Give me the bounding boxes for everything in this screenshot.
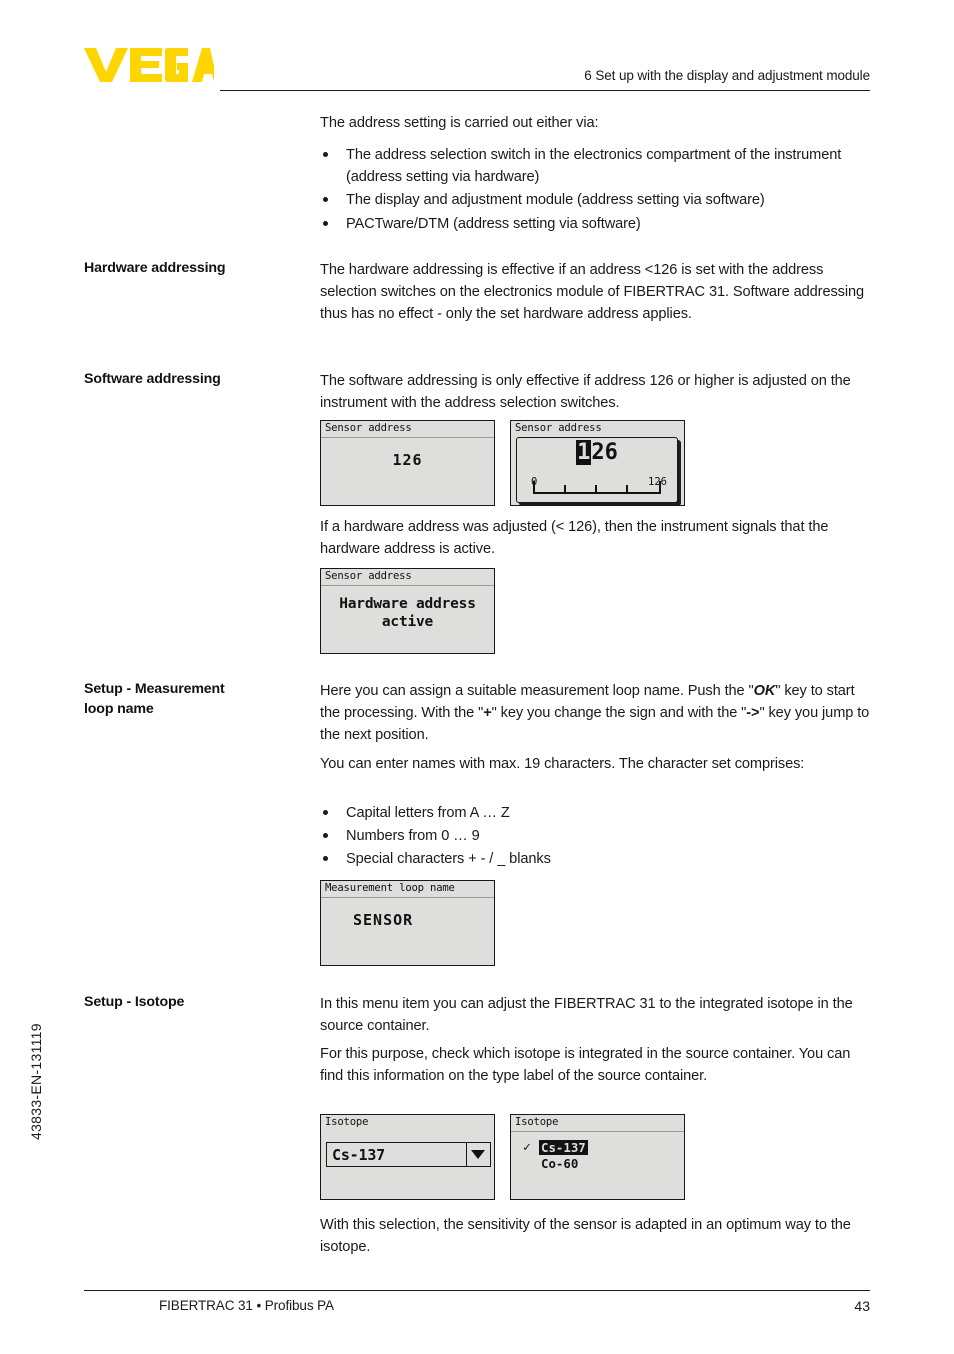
footer-document-name: FIBERTRAC 31 • Profibus PA <box>159 1298 334 1313</box>
scale-tick <box>595 485 597 493</box>
marginal-software-addressing: Software addressing <box>84 371 221 387</box>
scale-tick <box>533 481 535 493</box>
address-value: 126 <box>517 439 677 467</box>
paragraph-hardware-address-signal: If a hardware address was adjusted (< 12… <box>320 519 829 558</box>
paragraph-software-addressing: The software addressing is only effectiv… <box>320 373 851 412</box>
paragraph-isotope-check: For this purpose, check which isotope is… <box>320 1046 851 1085</box>
display-message: Hardware address active <box>321 595 494 631</box>
isotope-option-co60[interactable]: Co-60 <box>523 1156 588 1172</box>
display-sensor-address-edit: Sensor address 126 0 126 <box>510 420 685 506</box>
marginal-line-2: loop name <box>84 700 154 717</box>
intro-bullet-list: The address selection switch in the elec… <box>320 144 880 236</box>
display-title: Isotope <box>325 1116 369 1128</box>
display-hardware-address-active: Sensor address Hardware address active <box>320 568 495 654</box>
scale-tick <box>626 485 628 493</box>
display-value: 126 <box>392 451 423 469</box>
intro-lead-paragraph: The address setting is carried out eithe… <box>320 115 599 131</box>
display-message-line2: active <box>381 614 434 631</box>
paragraph-isotope-intro: In this menu item you can adjust the FIB… <box>320 996 853 1035</box>
list-item: The address selection switch in the elec… <box>320 144 880 188</box>
check-icon: ✓ <box>523 1140 531 1155</box>
isotope-option-cs137[interactable]: ✓ Cs-137 <box>523 1140 588 1156</box>
chevron-down-icon[interactable] <box>466 1143 490 1166</box>
display-title-divider <box>321 897 494 898</box>
display-title: Sensor address <box>325 570 412 582</box>
text-pre: Here you can assign a suitable measureme… <box>320 683 754 699</box>
scale-max-label: 126 <box>648 476 667 488</box>
paragraph-charset-intro: You can enter names with max. 19 charact… <box>320 756 805 772</box>
isotope-option-list[interactable]: ✓ Cs-137 Co-60 <box>523 1140 588 1172</box>
key-plus: + <box>483 705 492 722</box>
footer-divider <box>84 1290 870 1291</box>
selected-digit[interactable]: 1 <box>576 440 592 465</box>
charset-bullet-list: Capital letters from A … Z Numbers from … <box>320 802 880 872</box>
isotope-selected-value: Cs-137 <box>332 1146 385 1164</box>
list-item: Capital letters from A … Z <box>320 802 880 824</box>
scale-tick <box>564 485 566 493</box>
address-edit-popup[interactable]: 126 0 126 <box>516 437 678 503</box>
marginal-setup-isotope: Setup - Isotope <box>84 994 185 1010</box>
display-title: Measurement loop name <box>325 882 455 894</box>
display-title-divider <box>321 585 494 586</box>
display-value: SENSOR <box>353 911 414 929</box>
paragraph-hardware-addressing: The hardware addressing is effective if … <box>320 262 865 323</box>
display-title: Sensor address <box>515 422 602 434</box>
vega-logo <box>84 48 214 82</box>
display-isotope-dropdown-open: Isotope ✓ Cs-137 Co-60 <box>510 1114 685 1200</box>
display-title-divider <box>321 437 494 438</box>
text-mid-2: " key you change the sign and with the " <box>491 705 747 722</box>
paragraph-isotope-sensitivity: With this selection, the sensitivity of … <box>320 1217 851 1256</box>
header-divider <box>220 90 870 91</box>
display-title: Sensor address <box>325 422 412 434</box>
list-item: Special characters + - / _ blanks <box>320 848 880 870</box>
display-message-line1: Hardware address <box>339 596 476 612</box>
marginal-setup-measurement-loop-name: Setup - Measurement loop name <box>84 680 309 719</box>
page-header: 6 Set up with the display and adjustment… <box>0 0 954 100</box>
address-range-scale: 0 126 <box>531 476 667 500</box>
display-measurement-loop-name: Measurement loop name SENSOR <box>320 880 495 966</box>
chapter-title: 6 Set up with the display and adjustment… <box>584 68 870 83</box>
scale-tick <box>659 481 661 493</box>
isotope-option-label: Cs-137 <box>539 1140 588 1155</box>
marginal-hardware-addressing: Hardware addressing <box>84 260 226 276</box>
remaining-digits: 26 <box>591 440 618 465</box>
display-title-divider <box>511 1131 684 1132</box>
isotope-select[interactable]: Cs-137 <box>326 1142 491 1167</box>
key-arrow: -> <box>746 705 760 722</box>
display-isotope-dropdown-closed: Isotope Cs-137 <box>320 1114 495 1200</box>
footer-page-number: 43 <box>854 1298 870 1314</box>
scale-axis <box>533 492 661 494</box>
isotope-option-label: Co-60 <box>541 1156 579 1172</box>
marginal-line-1: Setup - Measurement <box>84 681 225 697</box>
key-ok: OK <box>753 683 776 699</box>
list-item: The display and adjustment module (addre… <box>320 189 880 211</box>
document-code-vertical: 43833-EN-131119 <box>28 1023 44 1140</box>
paragraph-loop-name-instructions: Here you can assign a suitable measureme… <box>320 680 874 747</box>
display-title: Isotope <box>515 1116 559 1128</box>
display-sensor-address-static: Sensor address 126 <box>320 420 495 506</box>
list-item: Numbers from 0 … 9 <box>320 825 880 847</box>
list-item: PACTware/DTM (address setting via softwa… <box>320 213 880 235</box>
